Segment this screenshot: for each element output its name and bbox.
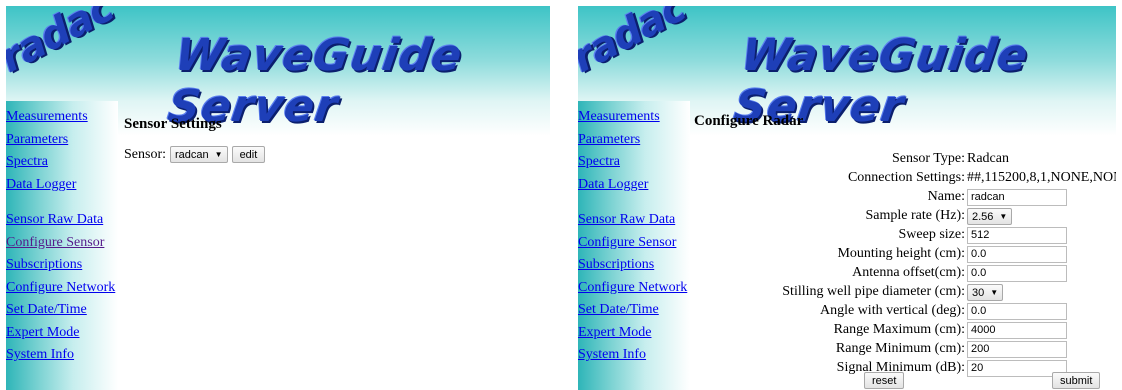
- nav-configure-network[interactable]: Configure Network: [6, 277, 115, 300]
- nav-gap: [6, 196, 115, 209]
- sample-rate-select[interactable]: 2.56 ▼: [967, 208, 1013, 225]
- nav-sensor-raw-data[interactable]: Sensor Raw Data: [6, 209, 115, 232]
- mounting-height-input[interactable]: 0.0: [967, 246, 1067, 263]
- sample-rate-value: 2.56: [972, 210, 994, 223]
- chevron-down-icon: ▼: [990, 288, 999, 297]
- name-label: Name:: [927, 189, 965, 204]
- angle-vertical-input[interactable]: 0.0: [967, 303, 1067, 320]
- right-panel: radac WaveGuide Server Measurements Para…: [578, 6, 1116, 390]
- nav-configure-sensor[interactable]: Configure Sensor: [6, 232, 115, 255]
- range-max-input[interactable]: 4000: [967, 322, 1067, 339]
- nav-measurements[interactable]: Measurements: [578, 106, 687, 129]
- edit-button[interactable]: edit: [231, 146, 266, 163]
- sensor-select-value: radcan: [175, 148, 209, 161]
- name-input[interactable]: radcan: [967, 189, 1067, 206]
- nav-data-logger[interactable]: Data Logger: [578, 174, 687, 197]
- page-title: Sensor Settings: [124, 116, 222, 132]
- sensor-type-value: Radcan: [967, 151, 1009, 166]
- nav-spectra[interactable]: Spectra: [578, 151, 687, 174]
- connection-settings-label: Connection Settings:: [847, 170, 965, 185]
- sweep-size-label: Sweep size:: [898, 227, 965, 242]
- sensor-label: Sensor:: [124, 146, 166, 162]
- chevron-down-icon: ▼: [999, 212, 1008, 221]
- submit-button[interactable]: submit: [1052, 372, 1101, 389]
- radac-logo: radac: [6, 6, 121, 82]
- connection-settings-value: ##,115200,8,1,NONE,NONE: [967, 170, 1116, 185]
- reset-button[interactable]: reset: [864, 372, 905, 389]
- angle-vertical-label: Angle with vertical (deg):: [819, 303, 965, 318]
- nav-system-info[interactable]: System Info: [578, 344, 687, 367]
- nav-data-logger[interactable]: Data Logger: [6, 174, 115, 197]
- left-panel: radac WaveGuide Server Measurements Para…: [6, 6, 550, 390]
- sensor-type-label: Sensor Type:: [891, 151, 965, 166]
- nav-system-info[interactable]: System Info: [6, 344, 115, 367]
- range-max-label: Range Maximum (cm):: [833, 322, 965, 337]
- nav-parameters[interactable]: Parameters: [6, 129, 115, 152]
- mounting-height-label: Mounting height (cm):: [837, 246, 965, 261]
- nav-spectra[interactable]: Spectra: [6, 151, 115, 174]
- nav-expert-mode[interactable]: Expert Mode: [6, 322, 115, 345]
- nav-subscriptions[interactable]: Subscriptions: [6, 254, 115, 277]
- sensor-select[interactable]: radcan ▼: [170, 146, 228, 163]
- nav-set-date-time[interactable]: Set Date/Time: [6, 299, 115, 322]
- range-min-label: Range Minimum (cm):: [835, 341, 965, 356]
- antenna-offset-input[interactable]: 0.0: [967, 265, 1067, 282]
- nav-gap: [578, 196, 687, 209]
- nav-configure-sensor[interactable]: Configure Sensor: [578, 232, 687, 255]
- radac-logo: radac: [578, 6, 693, 82]
- sidebar-nav: Measurements Parameters Spectra Data Log…: [6, 106, 115, 367]
- app-title-logo: WaveGuide Server: [164, 30, 466, 132]
- nav-parameters[interactable]: Parameters: [578, 129, 687, 152]
- pipe-diameter-label: Stilling well pipe diameter (cm):: [782, 284, 965, 299]
- nav-measurements[interactable]: Measurements: [6, 106, 115, 129]
- nav-set-date-time[interactable]: Set Date/Time: [578, 299, 687, 322]
- sensor-row: Sensor: radcan ▼ edit: [124, 146, 266, 163]
- sidebar-nav: Measurements Parameters Spectra Data Log…: [578, 106, 687, 367]
- antenna-offset-label: Antenna offset(cm):: [852, 265, 965, 280]
- sample-rate-label: Sample rate (Hz):: [865, 208, 965, 223]
- range-min-input[interactable]: 200: [967, 341, 1067, 358]
- pipe-diameter-value: 30: [972, 286, 985, 299]
- chevron-down-icon: ▼: [214, 150, 223, 159]
- pipe-diameter-select[interactable]: 30 ▼: [967, 284, 1004, 301]
- nav-configure-network[interactable]: Configure Network: [578, 277, 687, 300]
- nav-sensor-raw-data[interactable]: Sensor Raw Data: [578, 209, 687, 232]
- sweep-size-input[interactable]: 512: [967, 227, 1067, 244]
- nav-expert-mode[interactable]: Expert Mode: [578, 322, 687, 345]
- nav-subscriptions[interactable]: Subscriptions: [578, 254, 687, 277]
- page-title: Configure Radar: [694, 113, 804, 129]
